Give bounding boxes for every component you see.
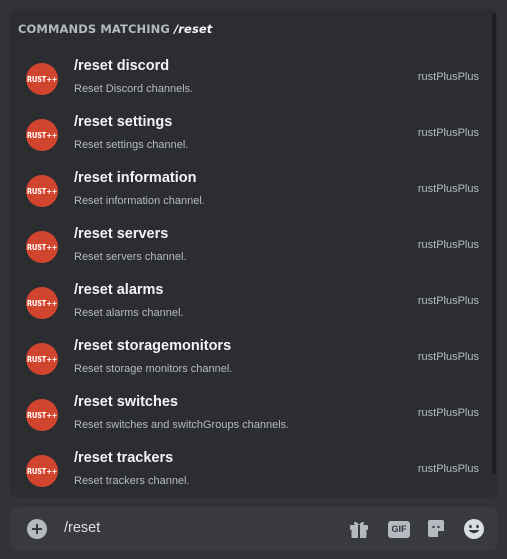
command-description: Reset settings channel. (74, 139, 189, 151)
command-name: /reset trackers (74, 450, 174, 466)
bot-avatar: RUST++ (26, 175, 58, 207)
header-prefix: COMMANDS MATCHING (18, 22, 170, 36)
command-option[interactable]: RUST++ /reset switches Reset switches an… (16, 389, 488, 441)
command-option[interactable]: RUST++ /reset servers Reset servers chan… (16, 221, 488, 273)
gift-icon[interactable] (347, 517, 371, 541)
autocomplete-scrollbar[interactable] (492, 13, 496, 475)
gif-label: GIF (388, 520, 410, 538)
command-description: Reset servers channel. (74, 251, 187, 263)
command-description: Reset storage monitors channel. (74, 363, 233, 375)
message-input[interactable]: /reset (64, 520, 100, 536)
command-name: /reset information (74, 170, 197, 186)
command-name: /reset discord (74, 58, 170, 74)
plus-circle-icon[interactable] (27, 519, 47, 539)
bot-avatar: RUST++ (26, 63, 58, 95)
command-name: /reset settings (74, 114, 173, 130)
command-source: rustPlusPlus (417, 407, 479, 419)
discord-chat-area: COMMANDS MATCHING /reset RUST++ /reset d… (0, 0, 507, 559)
command-source: rustPlusPlus (417, 351, 479, 363)
command-autocomplete-panel: COMMANDS MATCHING /reset RUST++ /reset d… (10, 9, 498, 498)
command-source: rustPlusPlus (417, 183, 479, 195)
bot-avatar: RUST++ (26, 231, 58, 263)
command-description: Reset alarms channel. (74, 307, 184, 319)
command-source: rustPlusPlus (417, 71, 479, 83)
sticker-icon[interactable] (424, 517, 448, 541)
command-source: rustPlusPlus (417, 239, 479, 251)
header-query: /reset (173, 22, 213, 36)
bot-avatar: RUST++ (26, 287, 58, 319)
command-option[interactable]: RUST++ /reset alarms Reset alarms channe… (16, 277, 488, 329)
command-option[interactable]: RUST++ /reset storagemonitors Reset stor… (16, 333, 488, 385)
command-description: Reset information channel. (74, 195, 205, 207)
command-description: Reset Discord channels. (74, 83, 194, 95)
command-description: Reset switches and switchGroups channels… (74, 419, 290, 431)
command-name: /reset alarms (74, 282, 164, 298)
command-name: /reset storagemonitors (74, 338, 232, 354)
command-option[interactable]: RUST++ /reset information Reset informat… (16, 165, 488, 217)
bot-avatar: RUST++ (26, 455, 58, 487)
command-source: rustPlusPlus (417, 463, 479, 475)
bot-avatar: RUST++ (26, 343, 58, 375)
command-name: /reset switches (74, 394, 178, 410)
bot-avatar: RUST++ (26, 399, 58, 431)
command-option[interactable]: RUST++ /reset settings Reset settings ch… (16, 109, 488, 161)
command-source: rustPlusPlus (417, 127, 479, 139)
command-name: /reset servers (74, 226, 169, 242)
command-option[interactable]: RUST++ /reset trackers Reset trackers ch… (16, 445, 488, 497)
autocomplete-header: COMMANDS MATCHING /reset (18, 22, 212, 38)
command-option[interactable]: RUST++ /reset discord Reset Discord chan… (16, 53, 488, 105)
gif-icon[interactable]: GIF (387, 517, 411, 541)
command-source: rustPlusPlus (417, 295, 479, 307)
command-description: Reset trackers channel. (74, 475, 190, 487)
bot-avatar: RUST++ (26, 119, 58, 151)
emoji-icon[interactable] (462, 517, 486, 541)
message-composer[interactable]: /reset GIF (10, 507, 498, 551)
